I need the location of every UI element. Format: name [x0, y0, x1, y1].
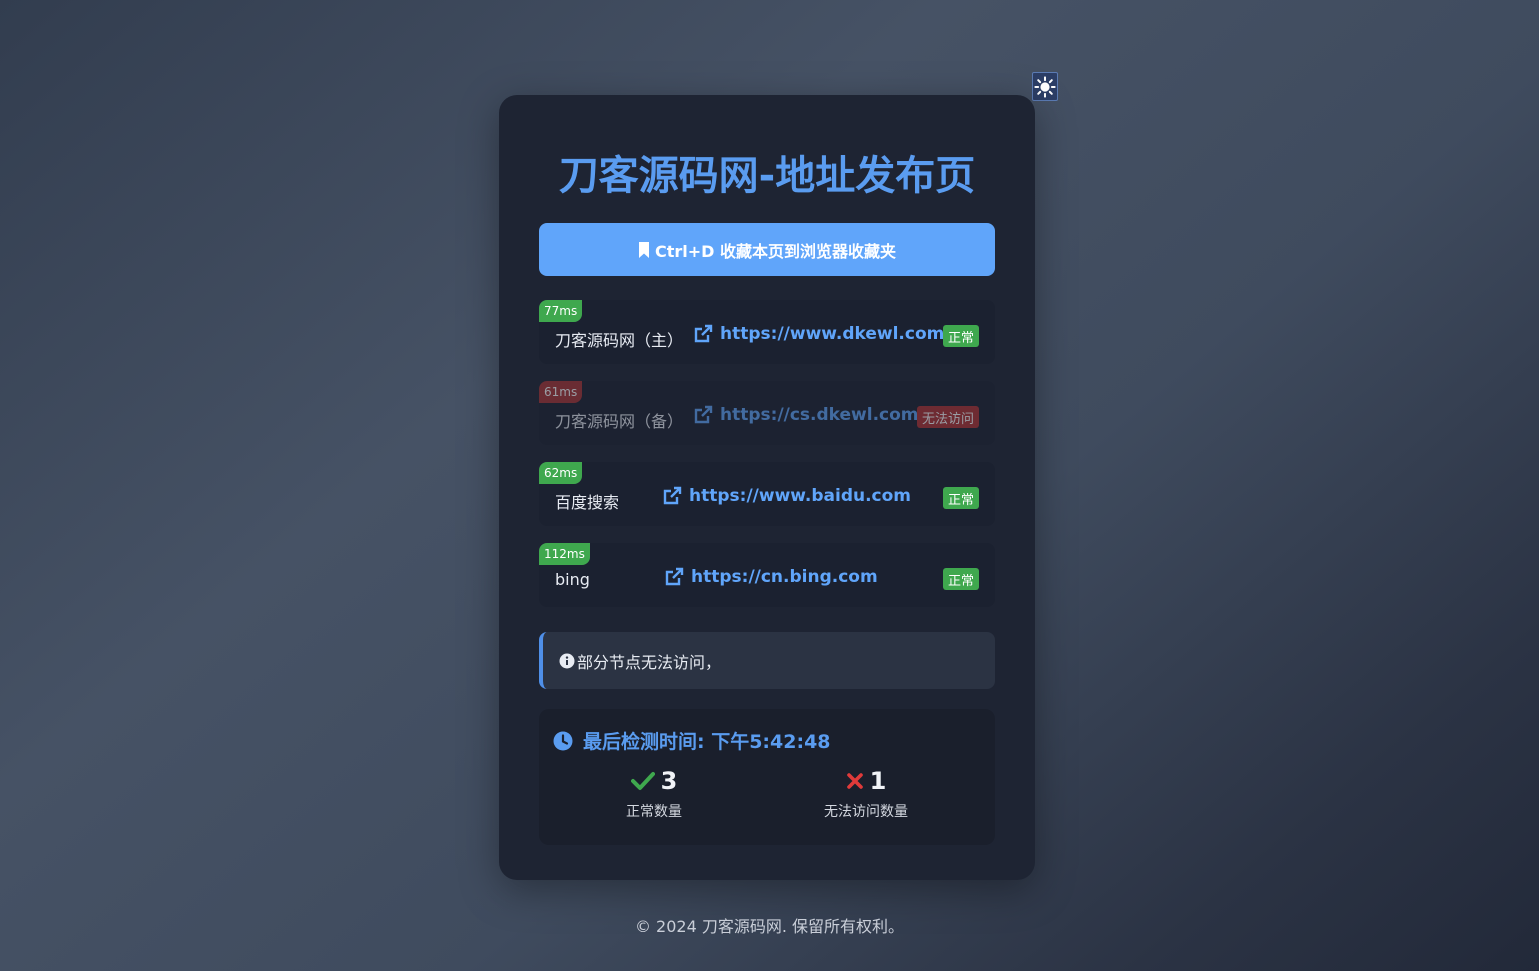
latency-badge: 77ms	[539, 300, 583, 322]
external-link-icon	[694, 324, 713, 343]
external-link-icon	[663, 486, 682, 505]
node-card-2: 61ms 刀客源码网（备） https://cs.dkewl.com 无法访问	[539, 381, 995, 445]
bookmark-button[interactable]: Ctrl+D 收藏本页到浏览器收藏夹	[539, 223, 995, 276]
last-check-label: 最后检测时间: 下午5:42:48	[583, 731, 831, 753]
notice-box: 部分节点无法访问，	[539, 632, 995, 689]
ok-count: 3	[660, 767, 678, 795]
node-link[interactable]: https://www.baidu.com	[662, 486, 911, 506]
theme-toggle-button[interactable]	[1032, 72, 1058, 101]
latency-badge: 62ms	[539, 462, 583, 484]
bad-label: 无法访问数量	[824, 804, 908, 820]
status-badge: 正常	[942, 568, 979, 590]
node-url: https://cn.bing.com	[691, 567, 878, 587]
clock-icon	[553, 731, 573, 750]
page-title: 刀客源码网-地址发布页	[558, 153, 976, 199]
node-card-1: 77ms 刀客源码网（主） https://www.dkewl.com 正常	[539, 300, 995, 364]
main-card: 刀客源码网-地址发布页 Ctrl+D 收藏本页到浏览器收藏夹 77ms 刀客源码…	[499, 95, 1035, 880]
latency-badge: 61ms	[539, 381, 583, 403]
status-badge: 正常	[942, 325, 979, 347]
node-url: https://www.baidu.com	[689, 486, 912, 506]
node-url: https://www.dkewl.com	[720, 324, 945, 344]
node-card-4: 112ms bing https://cn.bing.com 正常	[539, 543, 995, 607]
node-link[interactable]: https://www.dkewl.com	[693, 324, 944, 344]
external-link-icon	[694, 405, 713, 424]
node-link[interactable]: https://cn.bing.com	[664, 567, 878, 587]
node-card-3: 62ms 百度搜索 https://www.baidu.com 正常	[539, 462, 995, 526]
notice-text: 部分节点无法访问，	[577, 652, 722, 672]
bad-count: 1	[869, 767, 887, 795]
status-badge: 无法访问	[916, 406, 979, 428]
stats-panel: 最后检测时间: 下午5:42:48 3 正常数量 1 无法访问数量	[539, 709, 995, 845]
bookmark-label: Ctrl+D 收藏本页到浏览器收藏夹	[654, 241, 897, 261]
node-name: bing	[555, 570, 590, 589]
sun-icon	[1034, 75, 1056, 98]
footer-copyright: © 2024 刀客源码网. 保留所有权利。	[634, 917, 905, 936]
node-name: 刀客源码网（备）	[555, 412, 684, 431]
info-icon	[559, 653, 575, 668]
node-url: https://cs.dkewl.com	[720, 405, 919, 425]
ok-stat: 3 正常数量	[574, 767, 734, 821]
node-link[interactable]: https://cs.dkewl.com	[693, 405, 919, 425]
check-icon	[630, 772, 655, 790]
bad-stat: 1 无法访问数量	[786, 767, 946, 821]
status-badge: 正常	[942, 487, 979, 509]
bookmark-icon	[638, 241, 649, 258]
latency-badge: 112ms	[539, 543, 590, 565]
last-check: 最后检测时间: 下午5:42:48	[553, 727, 831, 754]
external-link-icon	[665, 567, 684, 586]
node-name: 百度搜索	[555, 493, 620, 512]
cross-icon	[846, 773, 863, 789]
node-name: 刀客源码网（主）	[555, 331, 684, 350]
ok-label: 正常数量	[626, 804, 682, 820]
